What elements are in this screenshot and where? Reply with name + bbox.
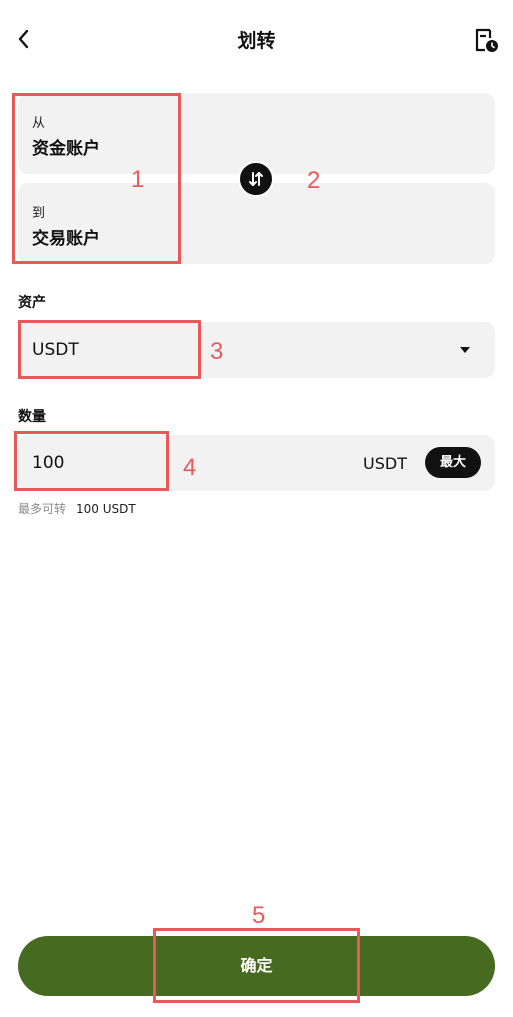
annotation-number-5: 5	[252, 902, 266, 929]
max-button[interactable]: 最大	[425, 447, 481, 478]
annotation-number-4: 4	[183, 454, 197, 481]
caret-down-icon	[460, 347, 470, 353]
available-label: 最多可转	[18, 502, 67, 516]
page-title: 划转	[237, 30, 276, 52]
asset-section-label: 资产	[18, 295, 46, 311]
available-value: 100 USDT	[76, 502, 136, 516]
history-button[interactable]	[470, 24, 502, 56]
annotation-box-1	[12, 93, 181, 264]
annotation-number-3: 3	[210, 338, 224, 365]
header-bar: 划转	[0, 0, 513, 80]
swap-accounts-button[interactable]	[238, 161, 274, 197]
quantity-unit: USDT	[363, 454, 407, 473]
annotation-number-1: 1	[131, 166, 145, 193]
document-clock-icon	[475, 28, 498, 52]
annotation-box-3	[18, 320, 201, 379]
available-amount: 最多可转 100 USDT	[18, 500, 136, 517]
annotation-number-2: 2	[307, 167, 321, 194]
swap-vertical-icon	[249, 172, 263, 186]
annotation-box-4	[14, 431, 169, 491]
annotation-box-5	[153, 928, 360, 1003]
quantity-section-label: 数量	[18, 409, 46, 425]
